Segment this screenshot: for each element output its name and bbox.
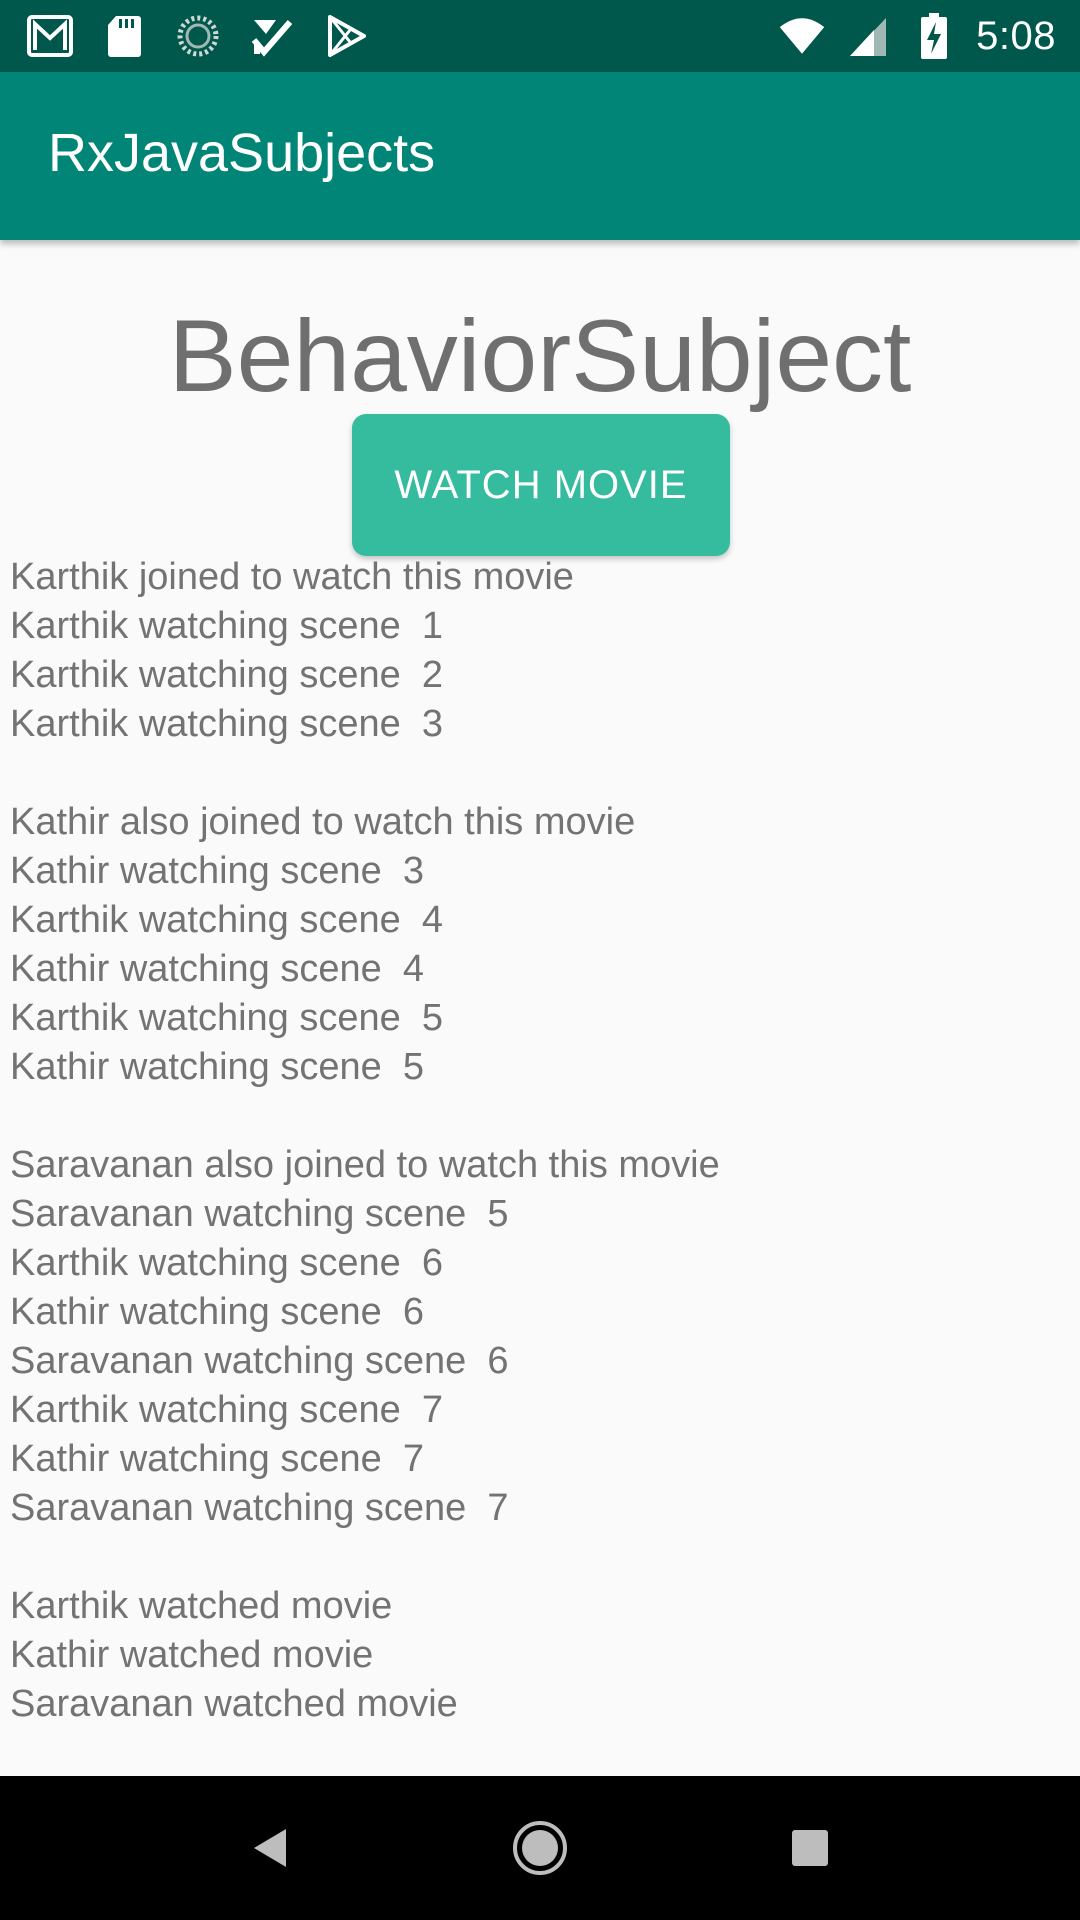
navigation-bar xyxy=(0,1776,1080,1920)
log-line: Karthik watching scene 2 xyxy=(10,654,444,696)
home-icon xyxy=(513,1821,567,1875)
log-line: Karthik watching scene 7 xyxy=(10,1389,444,1431)
gmail-icon xyxy=(26,12,74,60)
main-content: BehaviorSubject WATCH MOVIE Karthik join… xyxy=(0,240,1080,1776)
sync-icon xyxy=(174,12,222,60)
status-bar: 5:08 xyxy=(0,0,1080,72)
screen: 5:08 RxJavaSubjects BehaviorSubject WATC… xyxy=(0,0,1080,1920)
cell-signal-icon xyxy=(844,12,892,60)
log-line: Kathir watching scene 6 xyxy=(10,1291,425,1333)
log-spacer xyxy=(10,1092,1070,1141)
watch-movie-button[interactable]: WATCH MOVIE xyxy=(352,414,730,556)
play-store-icon xyxy=(322,12,370,60)
log-line: Kathir also joined to watch this movie xyxy=(10,801,636,843)
clock: 5:08 xyxy=(976,13,1056,58)
system-icons: 5:08 xyxy=(778,10,1056,62)
log-line: Karthik watching scene 1 xyxy=(10,605,444,647)
log-line: Karthik watching scene 3 xyxy=(10,703,444,745)
log-line: Kathir watching scene 4 xyxy=(10,948,425,990)
log-line: Karthik watching scene 6 xyxy=(10,1242,444,1284)
log-spacer xyxy=(10,1533,1070,1582)
log-line: Karthik watching scene 5 xyxy=(10,997,444,1039)
app-title: RxJavaSubjects xyxy=(48,123,436,183)
log-line: Saravanan watching scene 7 xyxy=(10,1487,509,1529)
recents-icon xyxy=(792,1830,828,1866)
page-heading: BehaviorSubject xyxy=(168,299,912,413)
sd-card-icon xyxy=(100,12,148,60)
log-line: Karthik watching scene 4 xyxy=(10,899,444,941)
log-line: Karthik watched movie xyxy=(10,1585,393,1627)
notification-icons xyxy=(26,12,370,60)
home-button[interactable] xyxy=(510,1818,570,1878)
output-log: Karthik joined to watch this movie Karthi… xyxy=(10,553,1070,1729)
log-line: Kathir watching scene 3 xyxy=(10,850,425,892)
log-line: Kathir watching scene 7 xyxy=(10,1438,425,1480)
log-line: Saravanan watching scene 6 xyxy=(10,1340,509,1382)
log-line: Kathir watched movie xyxy=(10,1634,374,1676)
log-line: Karthik joined to watch this movie xyxy=(10,556,574,598)
log-line: Saravanan watching scene 5 xyxy=(10,1193,509,1235)
wifi-icon xyxy=(778,12,826,60)
recents-button[interactable] xyxy=(780,1818,840,1878)
log-line: Saravanan also joined to watch this movi… xyxy=(10,1144,720,1186)
log-line: Kathir watching scene 5 xyxy=(10,1046,425,1088)
tasks-icon xyxy=(248,12,296,60)
log-spacer xyxy=(10,749,1070,798)
app-bar: RxJavaSubjects xyxy=(0,72,1080,240)
log-line: Saravanan watched movie xyxy=(10,1683,458,1725)
back-icon xyxy=(254,1829,286,1867)
back-button[interactable] xyxy=(240,1818,300,1878)
battery-charging-icon xyxy=(910,12,958,60)
